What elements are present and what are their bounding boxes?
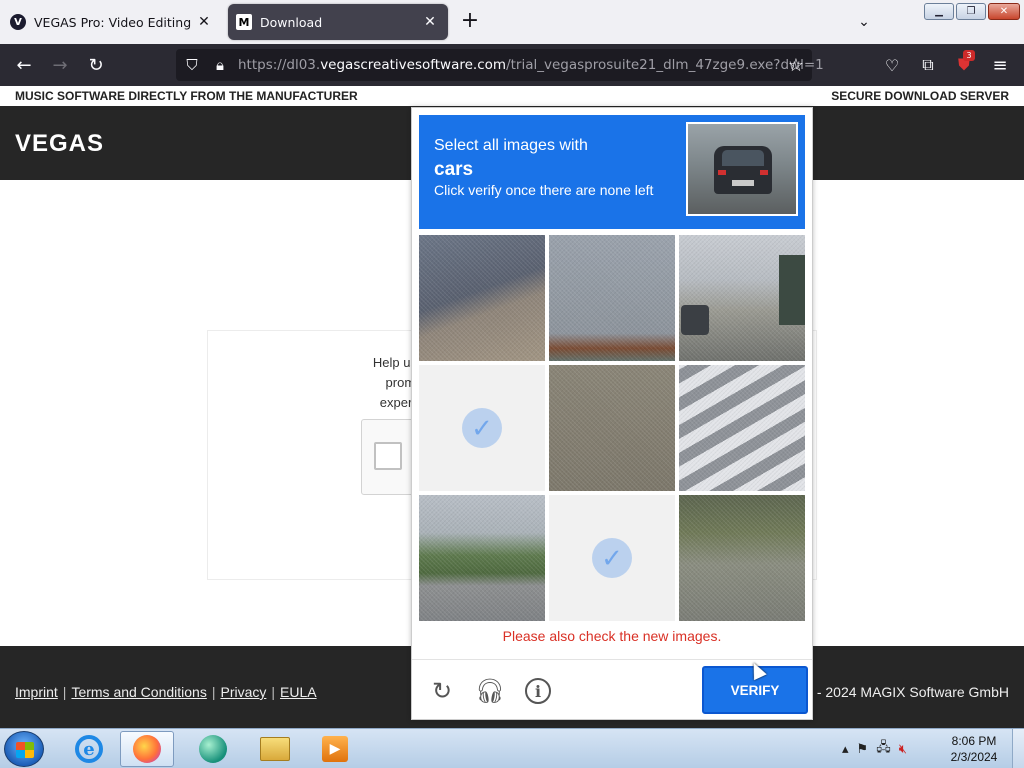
back-arrow-icon[interactable]: ←	[12, 53, 36, 77]
captcha-tile-9[interactable]	[679, 495, 805, 621]
top-strip: MUSIC SOFTWARE DIRECTLY FROM THE MANUFAC…	[0, 86, 1024, 106]
pocket-icon[interactable]: ♡	[880, 53, 904, 77]
tab-vegas-pro[interactable]: V VEGAS Pro: Video Editing Software ✕	[2, 4, 222, 40]
media-player-icon: ▶	[322, 736, 348, 762]
selected-check-icon: ✓	[592, 538, 632, 578]
clock-date: 2/3/2024	[950, 750, 998, 764]
system-tray: ▴ ⚑ 🖧︎ 🔇︎	[842, 729, 907, 768]
lock-icon[interactable]: 🔒︎	[208, 53, 232, 77]
tagline: MUSIC SOFTWARE DIRECTLY FROM THE MANUFAC…	[15, 89, 358, 103]
network-icon[interactable]: 🖧︎	[876, 738, 891, 760]
list-all-tabs-chevron-icon[interactable]: ⌄	[852, 10, 876, 34]
taskbar-file-explorer[interactable]	[248, 731, 302, 767]
forward-arrow-icon[interactable]: →	[48, 53, 72, 77]
taskbar-app-globe[interactable]	[186, 731, 240, 767]
challenge-instruction: Select all images with	[434, 137, 588, 154]
reload-challenge-icon[interactable]: ↻	[427, 676, 457, 706]
error-message: Please also check the new images.	[502, 628, 722, 644]
firefox-icon	[133, 735, 161, 763]
windows-taskbar: e ▶ ▴ ⚑ 🖧︎ 🔇︎ 8:06 PM 2/3/2024	[0, 728, 1024, 768]
magix-favicon-icon: M	[236, 14, 252, 30]
internet-explorer-icon: e	[75, 735, 103, 763]
minimize-button[interactable]: ▁	[924, 3, 954, 20]
close-tab-icon[interactable]: ✕	[194, 12, 214, 32]
globe-app-icon	[199, 735, 227, 763]
address-bar[interactable]: ⛉ 🔒︎ https://dl03.vegascreativesoftware.…	[176, 49, 824, 81]
selected-check-icon: ✓	[462, 408, 502, 448]
captcha-tile-3[interactable]	[679, 235, 805, 361]
window-controls: ▁ ❐ ✕	[924, 3, 1020, 20]
volume-muted-icon[interactable]: 🔇︎	[899, 742, 907, 757]
captcha-tile-2[interactable]	[549, 235, 675, 361]
sample-car-image	[686, 122, 798, 216]
taskbar-internet-explorer[interactable]: e	[62, 731, 116, 767]
captcha-tile-1[interactable]	[419, 235, 545, 361]
terms-link[interactable]: Terms and Conditions	[71, 684, 206, 700]
captcha-tile-4[interactable]: ✓	[419, 365, 545, 491]
system-clock[interactable]: 8:06 PM 2/3/2024	[944, 733, 1004, 765]
info-icon[interactable]: i	[525, 678, 551, 704]
reload-icon[interactable]: ↻	[84, 53, 108, 77]
copyright-text: 3 - 2024 MAGIX Software GmbH	[805, 684, 1009, 700]
navigation-toolbar: ← → ↻ ⛉ 🔒︎ https://dl03.vegascreativesof…	[0, 44, 1024, 86]
clock-time: 8:06 PM	[951, 734, 997, 748]
bookmark-star-icon[interactable]: ☆	[784, 53, 808, 77]
close-tab-icon[interactable]: ✕	[420, 12, 440, 32]
tab-title: Download	[260, 14, 323, 30]
hamburger-menu-icon[interactable]: ≡	[988, 53, 1012, 77]
secure-server-label: SECURE DOWNLOAD SERVER	[831, 89, 1009, 103]
taskbar-media-player[interactable]: ▶	[308, 731, 362, 767]
extensions-puzzle-icon[interactable]: ⧉	[916, 53, 940, 77]
new-tab-button[interactable]: +	[458, 10, 482, 34]
audio-challenge-headphones-icon[interactable]: 🎧︎	[475, 676, 505, 706]
challenge-header: Select all images with cars Click verify…	[419, 115, 805, 229]
imprint-link[interactable]: Imprint	[15, 684, 58, 700]
vegas-favicon-icon: V	[10, 14, 26, 30]
show-desktop-button[interactable]	[1012, 729, 1024, 768]
close-window-button[interactable]: ✕	[988, 3, 1020, 20]
privacy-link[interactable]: Privacy	[220, 684, 266, 700]
eula-link[interactable]: EULA	[280, 684, 317, 700]
challenge-hint: Click verify once there are none left	[434, 182, 654, 198]
action-center-flag-icon[interactable]: ⚑	[857, 742, 869, 757]
captcha-tile-8[interactable]: ✓	[549, 495, 675, 621]
recaptcha-challenge-popup: Select all images with cars Click verify…	[411, 107, 813, 720]
browser-tab-strip: V VEGAS Pro: Video Editing Software ✕ M …	[0, 0, 1024, 44]
footer-divider	[412, 659, 812, 660]
url-text: https://dl03.vegascreativesoftware.com/t…	[238, 57, 824, 73]
captcha-tile-7[interactable]	[419, 495, 545, 621]
start-button[interactable]	[4, 731, 44, 767]
restore-button[interactable]: ❐	[956, 3, 986, 20]
tab-download[interactable]: M Download ✕	[228, 4, 448, 40]
tab-title: VEGAS Pro: Video Editing Software	[34, 14, 194, 30]
taskbar-firefox[interactable]	[120, 731, 174, 767]
footer-links: Imprint | Terms and Conditions | Privacy | EUL…	[15, 684, 317, 700]
recaptcha-checkbox[interactable]	[374, 442, 402, 470]
captcha-tile-5[interactable]	[549, 365, 675, 491]
captcha-tile-6[interactable]	[679, 365, 805, 491]
show-hidden-icons-chevron-icon[interactable]: ▴	[842, 742, 849, 757]
windows-logo-icon	[16, 742, 34, 758]
folder-icon	[260, 737, 290, 761]
shield-icon[interactable]: ⛉	[180, 53, 204, 77]
extension-badge: 3	[963, 50, 975, 61]
vegas-logo[interactable]: VEGAS	[15, 130, 104, 158]
challenge-target: cars	[434, 159, 474, 180]
